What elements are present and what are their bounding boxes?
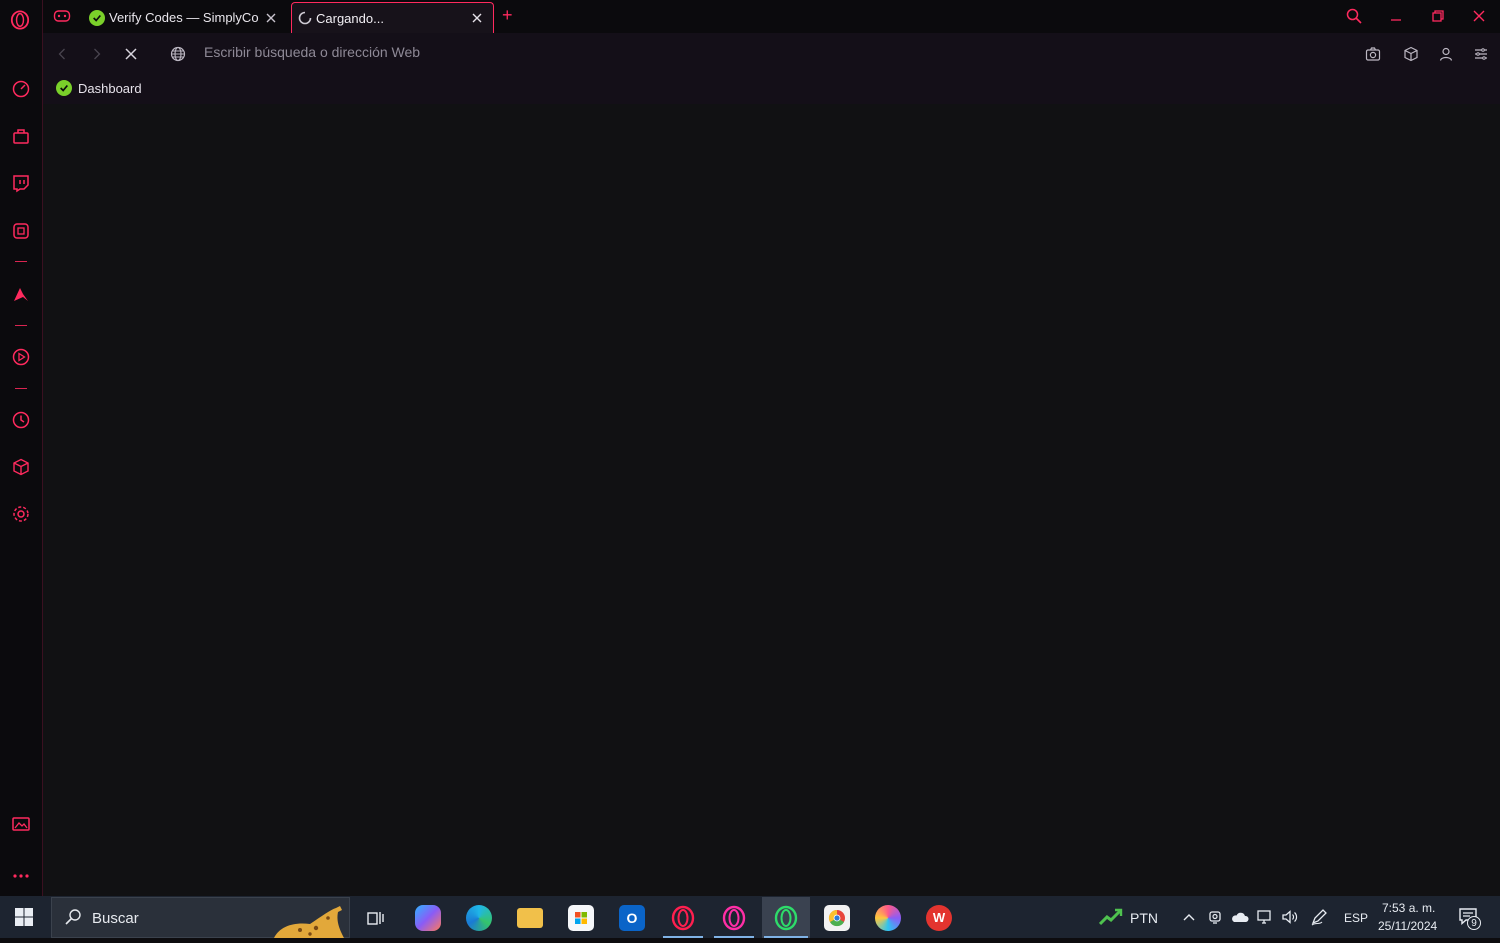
restore-button[interactable] bbox=[1426, 4, 1450, 28]
close-tab-icon[interactable] bbox=[469, 10, 485, 26]
opera-logo-icon[interactable] bbox=[10, 10, 30, 30]
meet-now-icon[interactable] bbox=[1207, 909, 1223, 930]
history-icon[interactable] bbox=[11, 410, 31, 430]
bookmarks-bar bbox=[43, 74, 1500, 104]
tab-title: Verify Codes — SimplyCodes bbox=[109, 10, 259, 25]
outlook-icon[interactable]: O bbox=[610, 897, 654, 938]
search-placeholder: Buscar bbox=[92, 910, 139, 927]
gx-control-icon[interactable] bbox=[53, 8, 71, 24]
network-icon[interactable] bbox=[1256, 909, 1274, 930]
cube-icon[interactable] bbox=[1400, 43, 1422, 65]
show-hidden-icons-icon[interactable] bbox=[1182, 910, 1196, 929]
opera-gx-icon[interactable] bbox=[661, 897, 705, 938]
gallery-icon[interactable] bbox=[11, 814, 31, 834]
globe-icon bbox=[167, 43, 189, 65]
giraffe-illustration-icon bbox=[270, 902, 348, 938]
sidebar-separator bbox=[15, 325, 27, 326]
speed-dial-icon[interactable] bbox=[11, 79, 31, 99]
loading-spinner-icon bbox=[298, 11, 312, 25]
clock-date[interactable]: 25/11/2024 bbox=[1378, 919, 1437, 933]
page-content[interactable] bbox=[43, 104, 1500, 896]
sidebar-separator bbox=[15, 261, 27, 262]
new-tab-button[interactable]: + bbox=[502, 5, 513, 26]
windows-start-icon[interactable] bbox=[14, 907, 36, 929]
bookmark-label: Dashboard bbox=[78, 80, 142, 96]
minimize-button[interactable] bbox=[1384, 4, 1408, 28]
tab-loading[interactable]: Cargando... bbox=[291, 2, 494, 33]
file-explorer-icon[interactable] bbox=[508, 897, 552, 938]
more-icon[interactable] bbox=[11, 866, 31, 886]
microsoft-store-icon[interactable] bbox=[559, 897, 603, 938]
back-button[interactable] bbox=[51, 43, 73, 65]
photos-icon[interactable] bbox=[866, 897, 910, 938]
stop-loading-button[interactable] bbox=[120, 43, 142, 65]
twitch-icon[interactable] bbox=[11, 173, 31, 193]
search-tabs-icon[interactable] bbox=[1342, 4, 1366, 28]
volume-icon[interactable] bbox=[1281, 909, 1299, 930]
address-bar[interactable]: Escribir búsqueda o dirección Web bbox=[204, 44, 420, 60]
language-indicator[interactable]: ESP bbox=[1344, 911, 1368, 925]
task-view-icon[interactable] bbox=[353, 897, 397, 938]
close-window-button[interactable] bbox=[1467, 4, 1491, 28]
notifications-icon[interactable]: 9 bbox=[1458, 906, 1482, 930]
profile-icon[interactable] bbox=[1435, 43, 1457, 65]
stock-chart-icon[interactable] bbox=[1098, 908, 1123, 926]
onedrive-icon[interactable] bbox=[1231, 910, 1249, 929]
sidebar-separator bbox=[15, 388, 27, 389]
settings-icon[interactable] bbox=[11, 504, 31, 524]
simplycodes-icon bbox=[56, 80, 72, 96]
tab-strip: Verify Codes — SimplyCodes Cargando... + bbox=[43, 0, 1500, 33]
search-icon bbox=[64, 908, 82, 931]
simplycodes-icon bbox=[89, 9, 105, 26]
tab-title: Cargando... bbox=[316, 10, 384, 26]
edge-icon[interactable] bbox=[457, 897, 501, 938]
aria-icon[interactable] bbox=[11, 284, 31, 304]
pen-icon[interactable] bbox=[1310, 908, 1328, 931]
extensions-icon[interactable] bbox=[11, 221, 31, 241]
sidebar bbox=[0, 0, 43, 896]
cube-icon[interactable] bbox=[11, 457, 31, 477]
copilot-icon[interactable] bbox=[406, 897, 450, 938]
easy-setup-icon[interactable] bbox=[1470, 43, 1492, 65]
stock-ticker[interactable]: PTN bbox=[1130, 910, 1158, 926]
notification-count: 9 bbox=[1467, 916, 1481, 930]
taskbar-search[interactable]: Buscar bbox=[51, 897, 350, 938]
clock-time[interactable]: 7:53 a. m. bbox=[1382, 901, 1442, 915]
shop-icon[interactable] bbox=[11, 126, 31, 146]
opera-gx-pink-icon[interactable] bbox=[712, 897, 756, 938]
close-tab-icon[interactable] bbox=[263, 10, 279, 26]
snapshot-icon[interactable] bbox=[1362, 43, 1384, 65]
player-icon[interactable] bbox=[11, 347, 31, 367]
wps-office-icon[interactable]: W bbox=[917, 897, 961, 938]
opera-gx-green-icon[interactable] bbox=[762, 897, 810, 938]
forward-button[interactable] bbox=[86, 43, 108, 65]
bookmark-dashboard[interactable]: Dashboard bbox=[56, 80, 142, 96]
chrome-icon[interactable] bbox=[815, 897, 859, 938]
